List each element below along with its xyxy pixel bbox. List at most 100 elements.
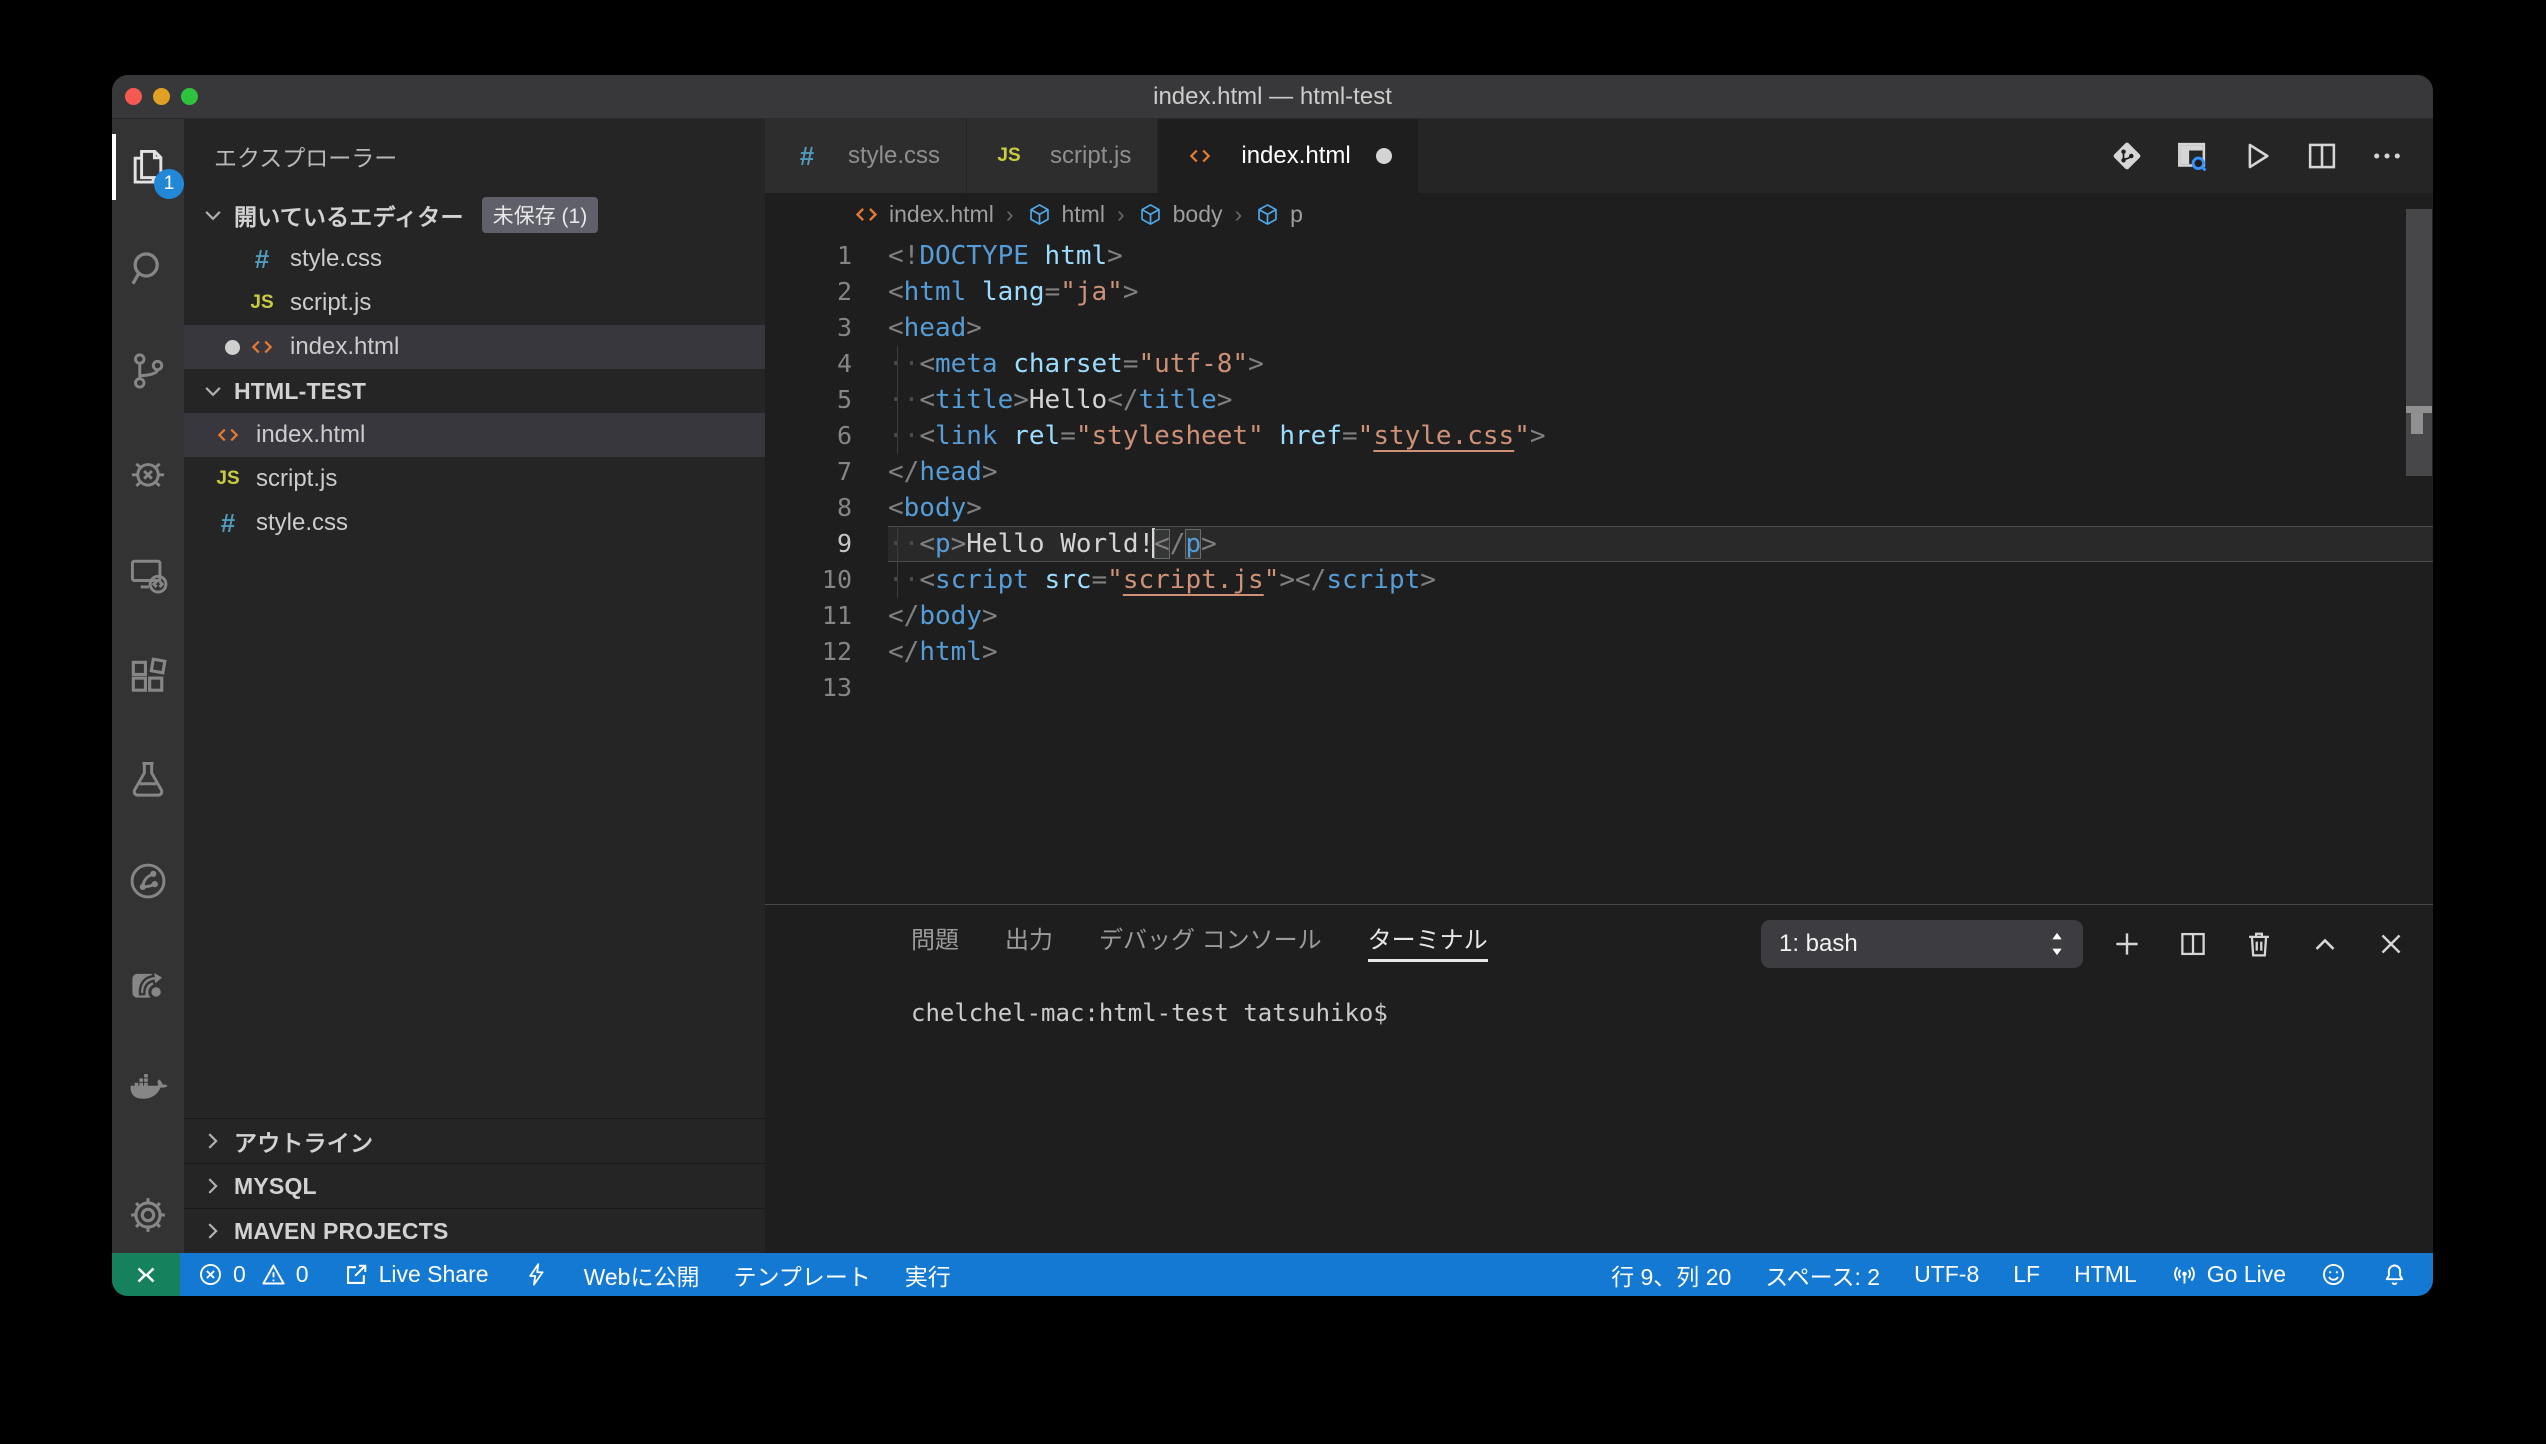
- statusbar-encoding[interactable]: UTF-8: [1897, 1253, 1996, 1296]
- activity-item-remote-explorer[interactable]: [112, 539, 184, 611]
- line-number: 8: [765, 490, 888, 526]
- tree-item-script.js[interactable]: JSscript.js: [184, 457, 765, 501]
- code-line-6[interactable]: 6··<link rel="stylesheet" href="style.cs…: [765, 418, 2433, 454]
- maximize-panel-button[interactable]: [2302, 920, 2347, 968]
- terminal-prompt[interactable]: chelchel-mac:html-test tatsuhiko$: [911, 999, 2433, 1027]
- title-bar[interactable]: index.html — html-test: [112, 75, 2433, 119]
- tab-style.css[interactable]: #style.css: [765, 119, 967, 193]
- more-actions-button[interactable]: [2367, 136, 2407, 176]
- code-line-12[interactable]: 12</html>: [765, 634, 2433, 670]
- sidebar-section-アウトライン[interactable]: アウトライン: [184, 1118, 765, 1163]
- minimize-window-button[interactable]: [153, 88, 170, 105]
- preview-icon: [2173, 137, 2211, 175]
- open-preview-button[interactable]: [2172, 136, 2212, 176]
- run-code-button[interactable]: [2237, 136, 2277, 176]
- close-panel-button[interactable]: [2368, 920, 2413, 968]
- activity-item-manage[interactable]: [112, 1179, 184, 1251]
- project-section-header[interactable]: HTML-TEST: [184, 369, 765, 413]
- kill-terminal-button[interactable]: [2236, 920, 2281, 968]
- code-editor[interactable]: 1<!DOCTYPE html>2<html lang="ja">3<head>…: [765, 236, 2433, 904]
- statusbar-publish-web[interactable]: Webに公開: [567, 1253, 717, 1296]
- activity-item-source-control[interactable]: [112, 335, 184, 407]
- panel-tab-問題[interactable]: 問題: [911, 905, 959, 969]
- code-line-1[interactable]: 1<!DOCTYPE html>: [765, 238, 2433, 274]
- close-window-button[interactable]: [125, 88, 142, 105]
- traffic-lights: [125, 88, 198, 105]
- code-line-7[interactable]: 7</head>: [765, 454, 2433, 490]
- statusbar-eol[interactable]: LF: [1996, 1253, 2057, 1296]
- statusbar-notifications[interactable]: [2364, 1253, 2425, 1296]
- zoom-window-button[interactable]: [181, 88, 198, 105]
- open-editor-style.css[interactable]: #style.css: [184, 237, 765, 281]
- token: >: [951, 529, 967, 559]
- section-label: MYSQL: [234, 1173, 317, 1200]
- split-terminal-button[interactable]: [2170, 920, 2215, 968]
- diamond-branch-icon: [2108, 137, 2146, 175]
- activity-item-debug[interactable]: [112, 437, 184, 509]
- statusbar-language-mode[interactable]: HTML: [2057, 1253, 2154, 1296]
- split-editor-button[interactable]: [2302, 136, 2342, 176]
- activity-item-publish[interactable]: [112, 947, 184, 1019]
- debug-icon: [126, 451, 170, 495]
- activity-item-testing[interactable]: [112, 743, 184, 815]
- statusbar-template[interactable]: テンプレート: [716, 1253, 887, 1296]
- open-editor-script.js[interactable]: JSscript.js: [184, 281, 765, 325]
- tree-item-index.html[interactable]: index.html: [184, 413, 765, 457]
- plus-icon: [2110, 927, 2144, 961]
- statusbar-errors[interactable]: 0: [180, 1253, 253, 1296]
- code-line-3[interactable]: 3<head>: [765, 310, 2433, 346]
- statusbar-go-live[interactable]: Go Live: [2154, 1253, 2303, 1296]
- editor-scrollbar[interactable]: [2406, 209, 2432, 476]
- breadcrumb-item-body[interactable]: body: [1137, 201, 1223, 228]
- activity-item-git-graph[interactable]: [112, 845, 184, 917]
- symbol-cube-icon: [1026, 201, 1053, 228]
- statusbar-cursor-position[interactable]: 行 9、列 20: [1594, 1253, 1748, 1296]
- statusbar-feedback[interactable]: [2303, 1253, 2364, 1296]
- updown-arrows-icon: [2043, 927, 2071, 961]
- statusbar-indentation[interactable]: スペース: 2: [1748, 1253, 1897, 1296]
- code-line-4[interactable]: 4··<meta charset="utf-8">: [765, 346, 2433, 382]
- token: ··: [888, 565, 919, 595]
- tab-script.js[interactable]: JSscript.js: [967, 119, 1158, 193]
- activity-item-extensions[interactable]: [112, 641, 184, 713]
- tab-index.html[interactable]: index.html: [1158, 119, 1418, 193]
- token: <: [888, 313, 904, 343]
- breadcrumb-item-html[interactable]: html: [1026, 201, 1105, 228]
- activity-item-docker[interactable]: [112, 1049, 184, 1121]
- code-line-2[interactable]: 2<html lang="ja">: [765, 274, 2433, 310]
- new-terminal-button[interactable]: [2104, 920, 2149, 968]
- tree-item-style.css[interactable]: #style.css: [184, 501, 765, 545]
- breadcrumb-item-index.html[interactable]: index.html: [853, 201, 994, 228]
- token: "utf-8": [1138, 349, 1248, 379]
- code-line-8[interactable]: 8<body>: [765, 490, 2433, 526]
- activity-item-explorer[interactable]: 1: [112, 131, 184, 203]
- code-line-10[interactable]: 10··<script src="script.js"></script>: [765, 562, 2433, 598]
- sidebar-section-MAVEN PROJECTS[interactable]: MAVEN PROJECTS: [184, 1208, 765, 1253]
- panel-tab-デバッグ コンソール[interactable]: デバッグ コンソール: [1099, 905, 1322, 969]
- modified-dot: [225, 340, 240, 355]
- statusbar-live-share[interactable]: Live Share: [326, 1253, 506, 1296]
- breadcrumb-item-p[interactable]: p: [1254, 201, 1303, 228]
- panel-tab-ターミナル[interactable]: ターミナル: [1368, 905, 1488, 969]
- statusbar-run[interactable]: 実行: [888, 1253, 968, 1296]
- activity-item-search[interactable]: [112, 233, 184, 305]
- code-line-13[interactable]: 13: [765, 670, 2433, 706]
- code-line-5[interactable]: 5··<title>Hello</title>: [765, 382, 2433, 418]
- code-line-11[interactable]: 11</body>: [765, 598, 2433, 634]
- statusbar-lightning[interactable]: [506, 1253, 567, 1296]
- token: <: [919, 421, 935, 451]
- breadcrumb[interactable]: index.html›html›body›p: [765, 193, 2433, 236]
- open-editor-index.html[interactable]: index.html: [184, 325, 765, 369]
- statusbar-warnings[interactable]: 0: [253, 1253, 326, 1296]
- token: <: [1154, 529, 1170, 559]
- token: </: [888, 457, 919, 487]
- sidebar-section-MYSQL[interactable]: MYSQL: [184, 1163, 765, 1208]
- token: head: [904, 313, 967, 343]
- panel-tab-出力[interactable]: 出力: [1005, 905, 1053, 969]
- terminal-picker[interactable]: 1: bash: [1761, 920, 2083, 968]
- git-graph-view-button[interactable]: [2107, 136, 2147, 176]
- line-content: <!DOCTYPE html>: [888, 238, 2433, 274]
- code-line-9[interactable]: 9··<p>Hello World!</p>: [765, 526, 2433, 562]
- open-editors-header[interactable]: 開いているエディター未保存 (1): [184, 193, 765, 237]
- statusbar-remote-indicator[interactable]: [112, 1253, 180, 1296]
